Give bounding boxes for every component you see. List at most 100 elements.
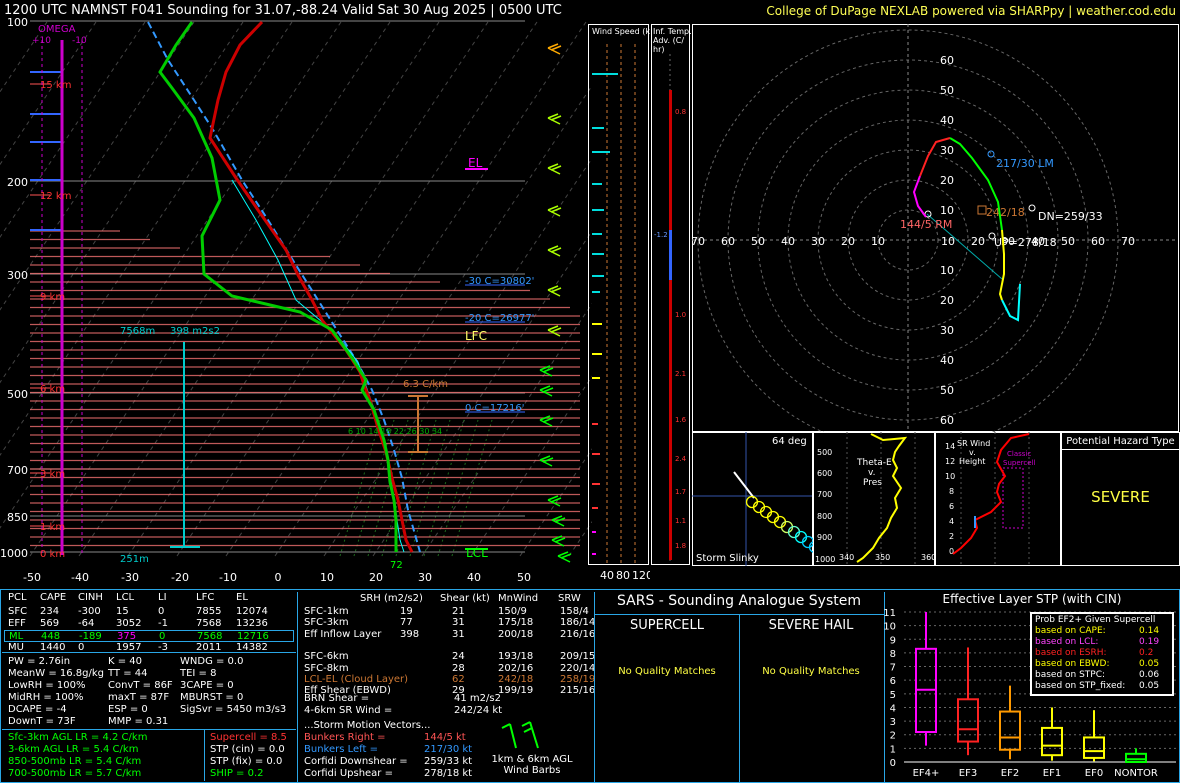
prob-label: based on CAPE:: [1035, 626, 1106, 636]
prob-row: based on CAPE: 0.14: [1035, 626, 1169, 637]
stp-ytick: 10: [884, 622, 896, 633]
prob-row: based on LCL: 0.19: [1035, 637, 1169, 648]
theta-tick: 800: [817, 512, 832, 521]
hodo-ring-label: 40: [940, 114, 954, 127]
isotherm: [176, 21, 538, 557]
theta-title-pres: Pres: [863, 478, 882, 488]
srw-tick: 10: [945, 472, 955, 481]
parcel-header-cell: EL: [236, 592, 248, 603]
hodo-ring-label: 10: [871, 235, 885, 248]
agl-wind-barbs: [501, 721, 539, 749]
lapse-36: 3-6km AGL LR = 5.4 C/km: [8, 744, 139, 755]
hodo-ring-label: 20: [841, 235, 855, 248]
parcel-row[interactable]: EFF 569 -64 3052 -1 7568 13236: [4, 618, 294, 630]
kinematic-cell: 398: [400, 628, 420, 640]
parcel-cell: 3052: [116, 618, 142, 629]
stp-box-ef1: [1041, 707, 1063, 761]
minus30-level: -30 C=30802': [465, 276, 534, 287]
parcel-cell: 0: [158, 606, 165, 617]
isotherm: [0, 21, 244, 384]
stp-category-label: EF0: [1085, 768, 1103, 779]
wetbulb-trace: [231, 179, 405, 553]
srw46-value: 242/24 kt: [454, 705, 503, 716]
bunkers-right-label: 144/5 RM: [900, 218, 952, 231]
sr-wind-panel: 14 12 10 8 6 4 2 0 SR Wind v. Height Cla…: [935, 432, 1061, 566]
bunkers-left-value: 217/30 kt: [424, 744, 473, 755]
stp-ytick: 7: [890, 663, 896, 674]
index-tei: TEI = 8: [180, 668, 217, 679]
height-label: 6 km: [40, 384, 65, 395]
pressure-label: 100: [7, 16, 28, 29]
hodo-ring-label: 60: [940, 54, 954, 67]
height-label: 1 km: [40, 522, 65, 533]
parcel-cell: EFF: [8, 618, 26, 629]
adv-value: 0.8: [675, 108, 686, 116]
kinematic-cell: 28: [452, 662, 465, 674]
hodo-ring-label: 60: [940, 414, 954, 427]
pressure-label: 200: [7, 176, 28, 189]
hodograph-panel[interactable]: 101010 10202020 20303030 30404040 40505050 50…: [692, 24, 1180, 432]
corfidi-down-label: DN=259/33: [1038, 210, 1103, 223]
sars-hail-msg: No Quality Matches: [762, 666, 860, 677]
corfidi-up-text: Corfidi Upshear =: [304, 768, 393, 779]
wetbulb-tick-labels: 6 10 14 18 22 26 30 34: [348, 427, 442, 436]
hodo-ring-label: 50: [751, 235, 765, 248]
temp-advection-panel: Inf. Temp. Adv. (C/ hr) 0.8 -1.2 1.0 2.1…: [651, 24, 691, 565]
kinematic-cell: 150/9: [498, 606, 527, 617]
prob-value: 0.05: [1139, 681, 1160, 691]
hodo-ring-label: 50: [940, 84, 954, 97]
parcel-header-cell: LI: [158, 592, 167, 603]
hodo-ring-label: 20: [971, 235, 985, 248]
kinematic-cell: 202/16: [498, 662, 534, 674]
srw-tick: 6: [949, 502, 954, 511]
kinematic-cell: LCL-EL (Cloud Layer): [304, 673, 409, 685]
index-esp: ESP = 0: [108, 704, 148, 715]
prob-label: based on LCL:: [1035, 637, 1099, 647]
stp-ytick: 11: [884, 608, 896, 619]
inf-temp-title-1: Inf. Temp.: [653, 27, 691, 36]
temp-axis-label: 40: [467, 571, 481, 584]
isobar-lines: [30, 20, 525, 553]
theta-tick: 500: [817, 448, 832, 457]
index-pw: PW = 2.76in: [8, 656, 71, 667]
parcel-cell: 569: [40, 618, 60, 629]
theta-xtick: 360: [921, 553, 935, 562]
lapse-rates: Sfc-3km AGL LR = 4.2 C/km 3-6km AGL LR =…: [8, 732, 147, 780]
adv-value: 1.0: [675, 311, 686, 319]
lfc-marker: LFC: [465, 329, 487, 343]
wind-speed-tick: 80: [616, 569, 630, 582]
parcel-row[interactable]: ML 448 -189 375 0 7568 12716: [4, 630, 294, 642]
hodo-ring-label: 60: [721, 235, 735, 248]
temp-axis-label: -10: [219, 571, 237, 584]
pressure-label: 700: [7, 464, 28, 477]
credit-text: College of DuPage NEXLAB powered via SHA…: [766, 4, 1176, 18]
kinematic-cell: 200/18: [498, 628, 534, 640]
parcel-row[interactable]: SFC 234 -300 15 0 7855 12074: [4, 606, 294, 618]
hodo-ring-label: 70: [1121, 235, 1135, 248]
kinematic-cell: 209/15: [560, 651, 596, 663]
adv-value: 1.7: [675, 488, 686, 496]
parcel-cell: 7568: [196, 618, 222, 629]
stp-category-label: EF3: [959, 768, 977, 779]
prob-row: based on STPC: 0.06: [1035, 670, 1169, 681]
bunkers-left-label: 217/30 LM: [996, 157, 1054, 170]
skewt-panel[interactable]: OMEGA +10 -10 100 200 300 500 700 850 10…: [0, 0, 592, 590]
adv-value: 2.1: [675, 370, 686, 378]
stp-category-label: EF1: [1043, 768, 1061, 779]
pressure-label: 500: [7, 388, 28, 401]
parcel-cell: SFC: [8, 606, 28, 617]
storm-motion: ...Storm Motion Vectors... Bunkers Right…: [304, 720, 504, 780]
kinematic-cell: 158/4: [560, 606, 589, 617]
srw-title-2: v.: [969, 448, 976, 457]
index-convt: ConvT = 86F: [108, 680, 173, 691]
temp-axis-label: 10: [320, 571, 334, 584]
wetbulb-zero-level: 0 C=17216': [465, 403, 524, 414]
adv-value: 2.4: [675, 455, 687, 463]
omega-label: OMEGA: [38, 24, 76, 35]
stp-box-ef0: [1083, 710, 1105, 762]
kinematic-cell: 175/18: [498, 617, 534, 629]
kinematic-cell: 24: [452, 651, 465, 663]
parcel-cell: 234: [40, 606, 60, 617]
hodo-ring-label: 40: [940, 354, 954, 367]
prob-label: based on STPC:: [1035, 670, 1106, 680]
